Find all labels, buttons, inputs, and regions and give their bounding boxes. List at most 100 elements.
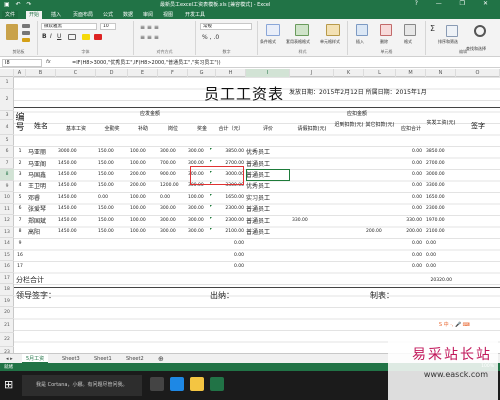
- cell-name[interactable]: 郑国斌: [28, 219, 56, 225]
- cell-actual[interactable]: 2300.00: [426, 206, 454, 212]
- fx-icon[interactable]: fx: [46, 59, 51, 65]
- cell-total[interactable]: 2300.00: [216, 218, 244, 224]
- cell-base[interactable]: 1450.00: [58, 183, 92, 189]
- column-header[interactable]: O: [456, 69, 500, 77]
- row-header[interactable]: 7: [0, 158, 14, 169]
- conditional-format-icon[interactable]: [266, 24, 280, 36]
- column-header-selected[interactable]: I: [246, 69, 290, 77]
- cell-bonus[interactable]: 300.00: [188, 218, 214, 224]
- cell-styles-button[interactable]: 单元格样式: [320, 39, 340, 45]
- delete-cells-button[interactable]: 删除: [380, 39, 388, 45]
- cell-name[interactable]: 王卫明: [28, 184, 56, 190]
- tab-data[interactable]: 数据: [120, 11, 136, 19]
- cell-actual[interactable]: 3000.00: [426, 172, 454, 178]
- cell-no[interactable]: 16: [14, 253, 26, 259]
- bold-icon[interactable]: B: [42, 33, 47, 40]
- underline-icon[interactable]: U: [57, 33, 61, 40]
- format-painter-icon[interactable]: [22, 38, 30, 42]
- cell-rating[interactable]: 优秀员工: [246, 184, 290, 190]
- cell-base[interactable]: 1450.00: [58, 195, 92, 201]
- tab-developer[interactable]: 开发工具: [182, 11, 208, 19]
- cell-actual[interactable]: 1650.00: [426, 195, 454, 201]
- row-header[interactable]: 3: [0, 111, 14, 120]
- file-explorer-icon[interactable]: [190, 377, 204, 391]
- tab-view[interactable]: 视图: [160, 11, 176, 19]
- row-header[interactable]: 16: [0, 261, 14, 273]
- align-left-icon[interactable]: ≡ ≡ ≡: [140, 34, 159, 41]
- cell-allow[interactable]: 100.00: [130, 229, 158, 235]
- cell-name[interactable]: 马亚阁: [28, 162, 56, 168]
- cell-name[interactable]: 张爱琴: [28, 207, 56, 213]
- column-header[interactable]: H: [216, 69, 246, 77]
- column-header[interactable]: E: [128, 69, 158, 77]
- cell-ded[interactable]: 0.00: [396, 206, 422, 212]
- cell-base[interactable]: 1450.00: [58, 161, 92, 167]
- sort-filter-icon[interactable]: [446, 25, 458, 37]
- cell-pos[interactable]: 300.00: [160, 149, 186, 155]
- cell-other[interactable]: 200.00: [366, 229, 394, 235]
- cell-name[interactable]: 马国鑫: [28, 173, 56, 179]
- format-as-table-icon[interactable]: [295, 24, 309, 36]
- row-header[interactable]: 20: [0, 307, 14, 319]
- column-header[interactable]: A: [14, 69, 26, 77]
- window-controls[interactable]: ? — ❐ ✕: [415, 0, 496, 7]
- cell-styles-icon[interactable]: [326, 24, 340, 36]
- row-header[interactable]: 15: [0, 250, 14, 261]
- conditional-format-button[interactable]: 条件格式: [260, 39, 276, 45]
- cut-icon[interactable]: [22, 24, 30, 28]
- cell-actual[interactable]: 2100.00: [426, 229, 454, 235]
- cell-ded[interactable]: 330.00: [396, 218, 422, 224]
- row-header[interactable]: 10: [0, 192, 14, 204]
- cell-base[interactable]: 1450.00: [58, 229, 92, 235]
- error-indicator-icon[interactable]: [210, 194, 212, 196]
- column-header[interactable]: N: [426, 69, 456, 77]
- cell-no[interactable]: 17: [14, 264, 26, 270]
- error-indicator-icon[interactable]: [210, 205, 212, 207]
- column-header[interactable]: J: [290, 69, 334, 77]
- row-header[interactable]: 6: [0, 146, 14, 158]
- cell-pos[interactable]: 0.00: [160, 195, 186, 201]
- tab-review[interactable]: 审阅: [140, 11, 156, 19]
- cell-ded[interactable]: 0.00: [396, 241, 422, 247]
- find-select-icon[interactable]: [474, 25, 486, 37]
- row-header[interactable]: 19: [0, 296, 14, 307]
- windows-start-icon[interactable]: ⊞: [4, 379, 16, 391]
- cell-base[interactable]: 1450.00: [58, 206, 92, 212]
- cell-ded[interactable]: 0.00: [396, 264, 422, 270]
- cell-rating[interactable]: 普通员工: [246, 207, 290, 213]
- cell-full[interactable]: 150.00: [98, 161, 126, 167]
- row-header[interactable]: 5: [0, 135, 14, 146]
- cell-base[interactable]: 1450.00: [58, 218, 92, 224]
- cell-rating[interactable]: 实习员工: [246, 196, 290, 202]
- cell-full[interactable]: 150.00: [98, 149, 126, 155]
- cell-name[interactable]: 邓睿: [28, 196, 56, 202]
- row-header[interactable]: 4: [0, 120, 14, 135]
- cell-bonus[interactable]: 100.00: [188, 195, 214, 201]
- row-header[interactable]: 11: [0, 204, 14, 215]
- row-header[interactable]: 9: [0, 181, 14, 192]
- sort-filter-button[interactable]: 排序和筛选: [438, 39, 458, 45]
- fill-color-icon[interactable]: [82, 34, 90, 40]
- cell-allow[interactable]: 100.00: [130, 149, 158, 155]
- cell-full[interactable]: 150.00: [98, 229, 126, 235]
- cell-actual[interactable]: 3300.00: [426, 183, 454, 189]
- italic-icon[interactable]: I: [50, 33, 52, 40]
- cell-no[interactable]: 7: [14, 218, 26, 224]
- cell-ded[interactable]: 0.00: [396, 253, 422, 259]
- cell-total[interactable]: 0.00: [216, 253, 244, 259]
- sum-actual[interactable]: 20320.00: [422, 278, 452, 284]
- cell-total[interactable]: 0.00: [216, 241, 244, 247]
- cell-no[interactable]: 4: [14, 183, 26, 189]
- cell-no[interactable]: 6: [14, 206, 26, 212]
- row-header[interactable]: 12: [0, 215, 14, 227]
- cell-pos[interactable]: 1200.00: [160, 183, 186, 189]
- cell-actual[interactable]: 2700.00: [426, 161, 454, 167]
- row-header[interactable]: 8: [0, 169, 14, 181]
- cell-allow[interactable]: 100.00: [130, 218, 158, 224]
- cell-actual[interactable]: 3850.00: [426, 149, 454, 155]
- number-format-select[interactable]: 常规: [200, 23, 252, 30]
- font-name-select[interactable]: 微软雅黑: [41, 23, 97, 30]
- format-cells-button[interactable]: 格式: [404, 39, 412, 45]
- cell-full[interactable]: 150.00: [98, 206, 126, 212]
- cell-bonus[interactable]: 300.00: [188, 229, 214, 235]
